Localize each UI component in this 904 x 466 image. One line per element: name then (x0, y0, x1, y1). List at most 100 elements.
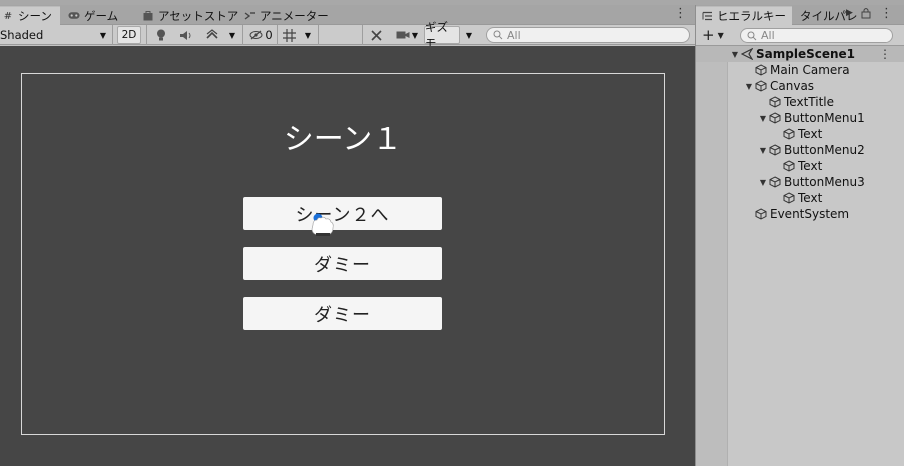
more-options-icon[interactable]: ⋮ (674, 7, 687, 21)
hierarchy-item[interactable]: ▼ ButtonMenu3 (696, 174, 904, 190)
tab-asset-store[interactable]: アセットストア (136, 6, 244, 25)
hierarchy-search-input[interactable]: All (740, 28, 893, 43)
gameobject-cube-icon (782, 191, 796, 205)
scene-options-icon[interactable]: ⋮ (879, 47, 891, 61)
dropdown-arrow-icon: ▼ (228, 30, 236, 40)
gizmos-dropdown[interactable]: ▼ (461, 26, 477, 44)
unity-editor: # シーン ゲーム アセットストア アニメーター ⋮ Shaded ▼ 2D ▼… (0, 0, 904, 466)
gameobject-cube-icon (768, 175, 782, 189)
hierarchy-item[interactable]: ▼ Canvas (696, 78, 904, 94)
add-object-button[interactable]: + ▼ (702, 26, 724, 44)
shading-mode-dropdown[interactable]: Shaded ▼ (0, 26, 110, 44)
tab-scroll-right-icon[interactable]: ▶ (846, 8, 853, 18)
scene-button-menu1[interactable]: シーン２へ (243, 197, 442, 230)
hierarchy-item-label: Text (798, 127, 823, 141)
gameobject-cube-icon (768, 95, 782, 109)
grid-icon: # (3, 10, 13, 22)
bag-icon (142, 10, 154, 22)
hierarchy-item-label: ButtonMenu3 (784, 175, 865, 189)
scene-tabbar: # シーン ゲーム アセットストア アニメーター ⋮ (0, 5, 695, 25)
hierarchy-item-label: ButtonMenu2 (784, 143, 865, 157)
tab-animator[interactable]: アニメーター (238, 6, 335, 25)
gameobject-cube-icon (768, 111, 782, 125)
search-icon (493, 30, 503, 40)
more-options-icon[interactable]: ⋮ (880, 7, 893, 21)
canvas-bounds: シーン１ シーン２へ ダミー ダミー (21, 73, 665, 435)
hierarchy-item[interactable]: Main Camera (696, 62, 904, 78)
lock-icon[interactable] (861, 7, 871, 22)
effects-toggle[interactable] (201, 26, 223, 44)
scene-search-input[interactable]: All (486, 27, 690, 43)
animator-icon (244, 10, 256, 22)
effects-icon (206, 29, 218, 39)
scene-viewport[interactable]: シーン１ シーン２へ ダミー ダミー (0, 46, 695, 466)
camera-icon (396, 31, 410, 39)
expand-arrow-icon[interactable]: ▼ (758, 146, 768, 155)
hierarchy-item[interactable]: ▼ ButtonMenu1 (696, 110, 904, 126)
hierarchy-item-label: TextTitle (784, 95, 834, 109)
scene-toolbar: Shaded ▼ 2D ▼ 0 ▼ ▼ ギズモ ▼ All (0, 20, 695, 50)
toolbar-separator (112, 25, 113, 45)
expand-arrow-icon[interactable]: ▼ (730, 50, 740, 59)
toolbar-separator (277, 25, 278, 45)
scene-button-menu2[interactable]: ダミー (243, 247, 442, 280)
expand-arrow-icon[interactable]: ▼ (758, 114, 768, 123)
gameobject-cube-icon (754, 207, 768, 221)
hierarchy-item[interactable]: Text (696, 126, 904, 142)
camera-dropdown[interactable]: ▼ (391, 26, 423, 44)
toolbar-separator (242, 25, 243, 45)
hierarchy-item[interactable]: Text (696, 158, 904, 174)
hierarchy-item[interactable]: TextTitle (696, 94, 904, 110)
lighting-toggle[interactable] (151, 26, 171, 44)
hierarchy-tabbar: ヒエラルキー タイルパレ ▶ ⋮ (696, 5, 904, 25)
audio-toggle[interactable] (175, 26, 197, 44)
tools-button[interactable] (366, 26, 386, 44)
tab-hierarchy[interactable]: ヒエラルキー (696, 6, 792, 25)
dropdown-arrow-icon: ▼ (465, 30, 473, 40)
tab-scene[interactable]: # シーン (0, 6, 60, 25)
grid-dropdown[interactable]: ▼ (300, 26, 316, 44)
hierarchy-item-label: Canvas (770, 79, 815, 93)
hierarchy-item-label: ButtonMenu1 (784, 111, 865, 125)
tools-icon (370, 29, 382, 41)
hierarchy-item-label: Main Camera (770, 63, 850, 77)
expand-arrow-icon[interactable]: ▼ (758, 178, 768, 187)
speaker-icon (180, 30, 191, 40)
gamepad-icon (68, 10, 80, 22)
scene-title-text[interactable]: シーン１ (22, 114, 664, 158)
gizmos-button[interactable]: ギズモ (424, 20, 460, 50)
pan-hand-cursor-icon (307, 211, 337, 241)
hierarchy-panel: ヒエラルキー タイルパレ ▶ ⋮ + ▼ All ▼ SampleScene1 … (695, 5, 904, 466)
hierarchy-item-label: EventSystem (770, 207, 850, 221)
list-icon (702, 10, 713, 22)
scene-panel: # シーン ゲーム アセットストア アニメーター ⋮ Shaded ▼ 2D ▼… (0, 5, 695, 466)
toolbar-separator (146, 25, 147, 45)
expand-arrow-icon[interactable]: ▼ (744, 82, 754, 91)
effects-dropdown[interactable]: ▼ (224, 26, 240, 44)
unity-scene-icon (740, 47, 754, 61)
hierarchy-scene-root[interactable]: ▼ SampleScene1 ⋮ (696, 46, 904, 62)
hierarchy-item-label: Text (798, 159, 823, 173)
hierarchy-item[interactable]: EventSystem (696, 206, 904, 222)
hierarchy-toolbar: + ▼ All (696, 25, 904, 46)
lightbulb-icon (157, 29, 165, 40)
gameobject-cube-icon (768, 143, 782, 157)
scene-button-menu3[interactable]: ダミー (243, 297, 442, 330)
dropdown-arrow-icon: ▼ (304, 30, 312, 40)
dropdown-arrow-icon: ▼ (411, 30, 419, 40)
hidden-objects-toggle[interactable]: 0 (246, 26, 276, 44)
hierarchy-item-label: Text (798, 191, 823, 205)
tab-game[interactable]: ゲーム (62, 6, 124, 25)
grid-toggle[interactable] (280, 26, 298, 44)
gameobject-cube-icon (754, 79, 768, 93)
hierarchy-item[interactable]: Text (696, 190, 904, 206)
gameobject-cube-icon (754, 63, 768, 77)
hierarchy-item[interactable]: ▼ ButtonMenu2 (696, 142, 904, 158)
toolbar-separator (318, 25, 319, 45)
tab-tile-palette[interactable]: タイルパレ (794, 6, 864, 25)
hierarchy-tree: ▼ SampleScene1 ⋮ Main Camera ▼ Canvas TextT… (696, 46, 904, 222)
search-icon (747, 31, 757, 40)
toggle-2d-button[interactable]: 2D (117, 26, 141, 44)
gameobject-cube-icon (782, 127, 796, 141)
grid-snap-icon (282, 28, 296, 42)
